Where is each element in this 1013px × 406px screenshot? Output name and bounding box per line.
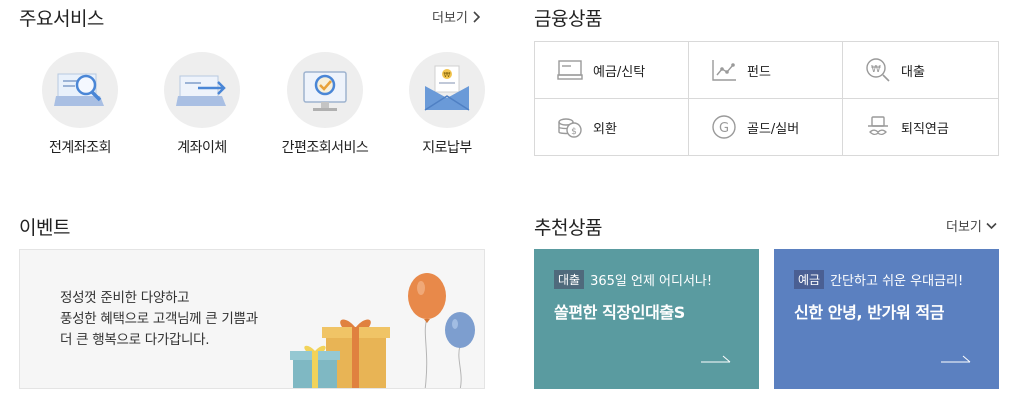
loan-won-icon: ₩ <box>866 58 890 82</box>
service-label: 계좌이체 <box>177 140 227 156</box>
account-search-icon <box>42 52 118 128</box>
product-gold-silver[interactable]: G 골드/실버 <box>689 99 843 155</box>
more-label: 더보기 <box>946 220 982 235</box>
arrow-right-icon <box>941 355 971 363</box>
product-foreign-exchange[interactable]: $ 외환 <box>535 99 689 155</box>
service-label: 간편조회서비스 <box>281 140 369 156</box>
product-loan[interactable]: ₩ 대출 <box>843 42 998 99</box>
product-label: 골드/실버 <box>747 121 800 137</box>
event-line: 정성껏 준비한 다양하고 <box>60 290 190 306</box>
main-services-more-link[interactable]: 더보기 <box>432 7 480 26</box>
financial-products-grid: 예금/신탁 펀드 ₩ 대출 $ 외환 G 골드/실버 퇴직연금 <box>534 41 999 156</box>
recommended-title: 추천상품 <box>534 217 602 239</box>
service-quick-check[interactable]: 간편조회서비스 <box>265 52 385 157</box>
product-pension[interactable]: 퇴직연금 <box>843 99 998 155</box>
svg-text:G: G <box>719 121 729 136</box>
card-headline: 신한 안녕, 반가워 적금 <box>794 303 945 322</box>
pension-hat-icon <box>868 116 888 136</box>
service-label: 지로납부 <box>422 140 472 156</box>
svg-text:₩: ₩ <box>871 64 881 75</box>
recommend-card-loan[interactable]: 대출 365일 언제 어디서나! 쏠편한 직장인대출S <box>534 249 759 389</box>
arrow-right-icon <box>701 355 731 363</box>
card-badge-row: 대출 365일 언제 어디서나! <box>554 270 712 289</box>
product-label: 예금/신탁 <box>593 64 646 80</box>
fund-chart-icon <box>712 60 736 81</box>
event-line: 풍성한 혜택으로 고객님께 큰 기쁨과 <box>60 311 258 327</box>
card-subtitle: 간단하고 쉬운 우대금리! <box>830 274 964 289</box>
product-label: 대출 <box>901 64 925 80</box>
product-label: 외환 <box>593 121 617 137</box>
category-badge: 대출 <box>554 270 585 289</box>
service-label: 전계좌조회 <box>49 140 111 156</box>
product-label: 펀드 <box>747 64 771 80</box>
card-badge-row: 예금 간단하고 쉬운 우대금리! <box>794 270 963 289</box>
category-badge: 예금 <box>794 270 825 289</box>
gift-balloons-illustration <box>290 273 475 388</box>
giro-payment-icon: ₩ <box>409 52 485 128</box>
service-transfer[interactable]: 계좌이체 <box>142 52 262 157</box>
coins-icon: $ <box>558 118 582 138</box>
main-services-title: 주요서비스 <box>19 8 104 30</box>
product-deposit[interactable]: 예금/신탁 <box>535 42 689 99</box>
svg-text:$: $ <box>571 127 577 137</box>
quick-check-icon <box>287 52 363 128</box>
card-subtitle: 365일 언제 어디서나! <box>590 274 713 289</box>
card-headline: 쏠편한 직장인대출S <box>554 303 685 322</box>
chevron-down-icon <box>986 222 997 229</box>
chevron-right-icon <box>473 10 480 23</box>
recommend-card-deposit[interactable]: 예금 간단하고 쉬운 우대금리! 신한 안녕, 반가워 적금 <box>774 249 999 389</box>
service-giro-payment[interactable]: ₩ 지로납부 <box>387 52 507 157</box>
svg-text:₩: ₩ <box>444 71 451 79</box>
more-label: 더보기 <box>432 11 468 26</box>
event-description: 정성껏 준비한 다양하고 풍성한 혜택으로 고객님께 큰 기쁨과 더 큰 행복으… <box>60 288 258 351</box>
gold-g-icon: G <box>712 115 736 139</box>
product-fund[interactable]: 펀드 <box>689 42 843 99</box>
service-account-inquiry[interactable]: 전계좌조회 <box>20 52 140 157</box>
transfer-icon <box>164 52 240 128</box>
deposit-icon <box>557 60 583 80</box>
event-line: 더 큰 행복으로 다가갑니다. <box>60 332 210 348</box>
recommended-more-link[interactable]: 더보기 <box>946 216 997 235</box>
event-banner[interactable]: 정성껏 준비한 다양하고 풍성한 혜택으로 고객님께 큰 기쁨과 더 큰 행복으… <box>19 249 485 389</box>
financial-products-title: 금융상품 <box>534 8 602 30</box>
product-label: 퇴직연금 <box>901 121 949 137</box>
event-title: 이벤트 <box>19 217 70 239</box>
